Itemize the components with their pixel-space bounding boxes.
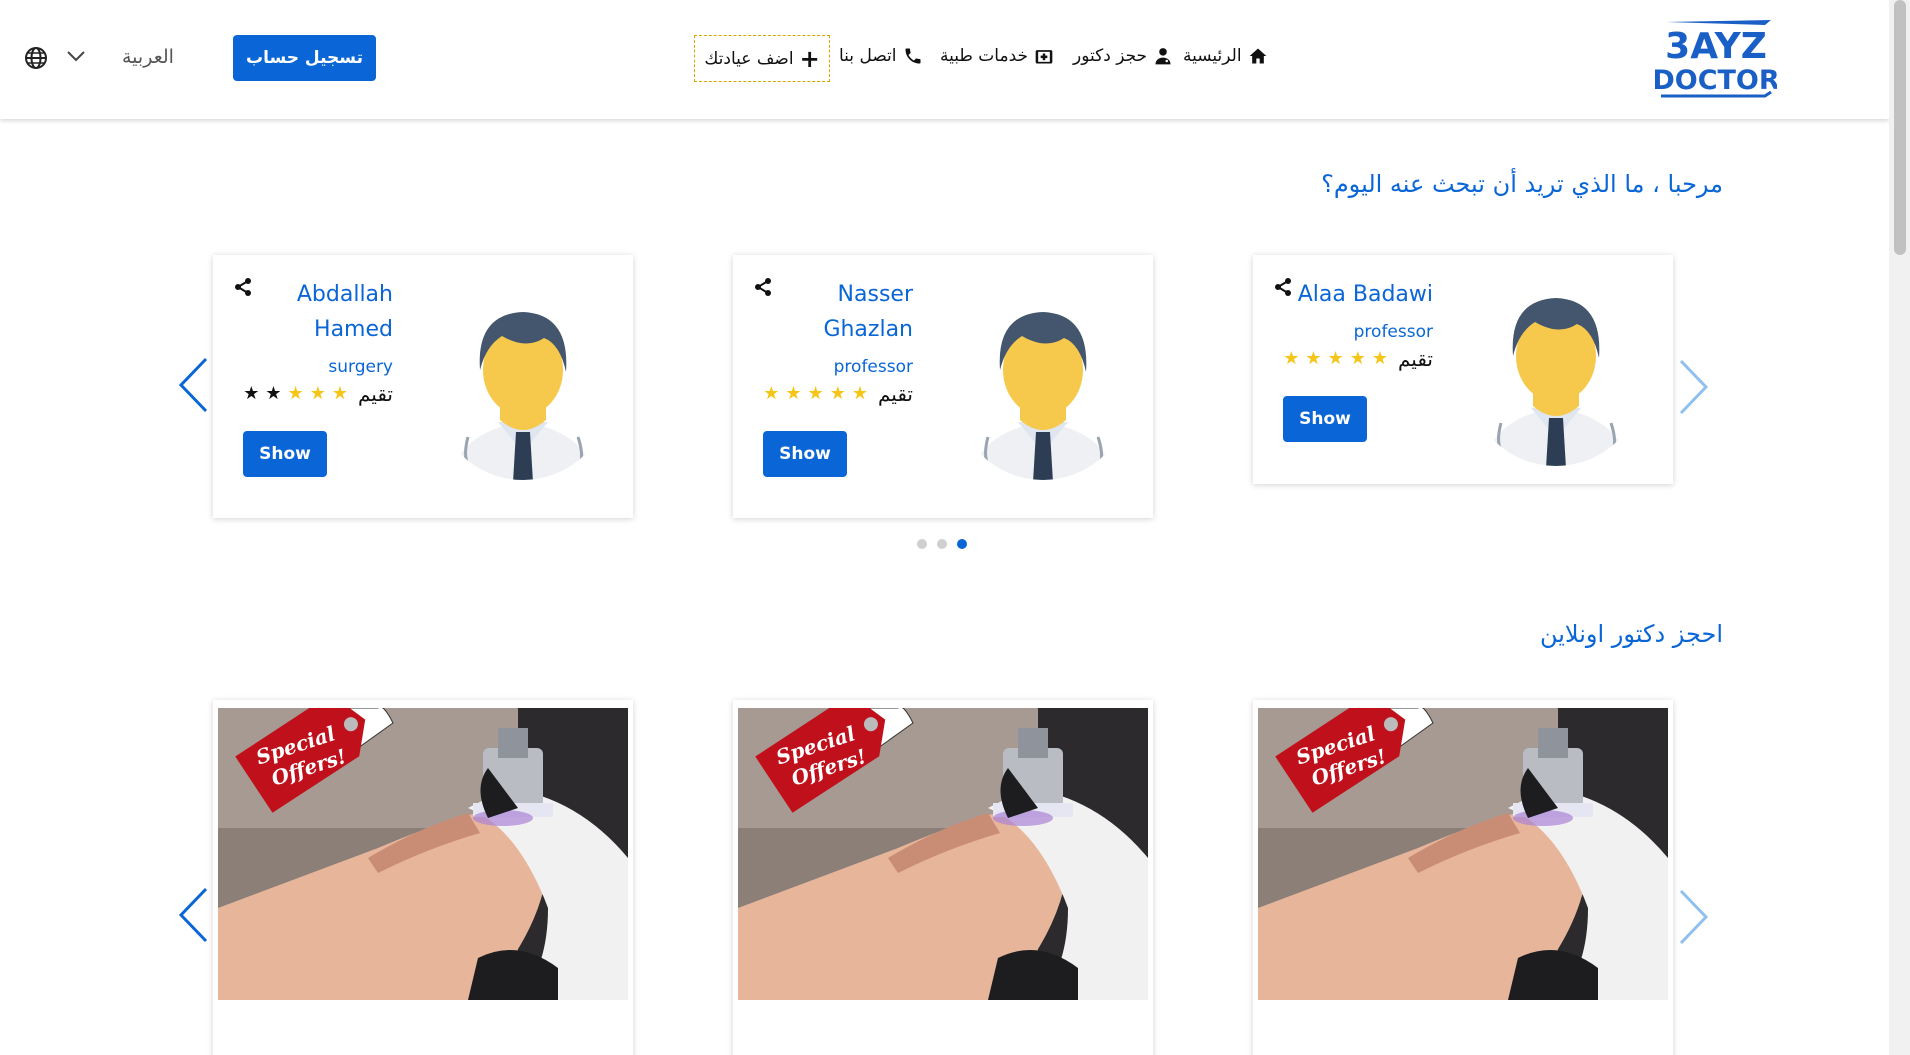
register-button[interactable]: تسجيل حساب [233,35,376,81]
share-icon[interactable] [753,277,773,297]
doctor-rating: تقيم ★ ★ ★ ★ ★ [1283,347,1433,371]
doctor-title: professor [1353,322,1433,342]
offer-card[interactable]: Special Offers! [1253,700,1673,1055]
doctor-avatar [968,312,1118,480]
phone-icon [905,48,921,64]
star-icon: ★ [331,383,348,404]
doctor-icon [1155,48,1171,65]
offer-image: Special Offers! [738,708,1148,1000]
offer-card[interactable]: Special Offers! [213,700,633,1055]
rating-label: تقيم [357,382,393,406]
show-button[interactable]: Show [243,431,327,477]
rating-label: تقيم [877,382,913,406]
share-icon[interactable] [233,277,253,297]
star-icon: ★ [309,383,326,404]
star-icon: ★ [1305,348,1322,369]
show-button[interactable]: Show [763,431,847,477]
logo-line2: DOCTOR [1655,65,1777,96]
nav-medical-services-label: خدمات طبية [940,46,1029,66]
star-icon: ★ [851,383,868,404]
nav-book-doctor[interactable]: حجز دكتور [1073,44,1173,68]
doctor-avatar [448,312,598,480]
nav-medical-services[interactable]: خدمات طبية [940,44,1054,68]
top-navbar: العربية تسجيل حساب + اضف عيادتك اتصل بنا… [0,0,1889,119]
chevron-down-icon[interactable] [66,49,86,63]
nav-home[interactable]: الرئيسية [1183,44,1268,68]
carousel-dot-active[interactable] [957,539,967,549]
nav-contact-label: اتصل بنا [839,46,897,66]
doctor-card: Abdallah Hamed surgery تقيم ★ ★ ★ ★ ★ Sh… [213,255,633,518]
greeting-title: مرحبا ، ما الذي تريد أن تبحث عنه اليوم؟ [1321,170,1723,198]
home-icon [1249,48,1266,64]
doctor-rating: تقيم ★ ★ ★ ★ ★ [243,382,393,406]
add-clinic-label: اضف عيادتك [704,48,794,69]
nav-contact[interactable]: اتصل بنا [839,44,923,68]
language-select[interactable]: العربية [122,46,174,68]
globe-icon[interactable] [24,46,48,70]
doctor-avatar [1481,298,1631,466]
doctor-rating: تقيم ★ ★ ★ ★ ★ [763,382,913,406]
star-icon: ★ [1371,348,1388,369]
star-icon: ★ [807,383,824,404]
offer-image: Special Offers! [1258,708,1668,1000]
star-icon: ★ [243,383,260,404]
offers-next-arrow[interactable] [1677,887,1711,947]
star-icon: ★ [829,383,846,404]
doctor-name[interactable]: Abdallah Hamed [233,277,393,347]
show-button[interactable]: Show [1283,396,1367,442]
logo[interactable]: 3AYZ DOCTOR [1655,18,1777,98]
doctor-name[interactable]: Alaa Badawi [1273,277,1433,312]
star-icon: ★ [287,383,304,404]
offer-image: Special Offers! [218,708,628,1000]
nav-home-label: الرئيسية [1183,46,1242,66]
booking-title: احجز دكتور اونلاين [1539,620,1723,648]
add-clinic-button[interactable]: + اضف عيادتك [694,35,830,82]
logo-line1: 3AYZ [1665,26,1767,67]
doctor-card: Alaa Badawi professor تقيم ★ ★ ★ ★ ★ Sho… [1253,255,1673,484]
star-icon: ★ [1349,348,1366,369]
star-icon: ★ [1327,348,1344,369]
carousel-dot[interactable] [937,539,947,549]
star-icon: ★ [265,383,282,404]
star-icon: ★ [1283,348,1300,369]
rating-label: تقيم [1397,347,1433,371]
nav-book-doctor-label: حجز دكتور [1073,46,1148,66]
carousel-dots [917,539,967,549]
star-icon: ★ [785,383,802,404]
doctor-title: surgery [328,357,393,377]
offers-prev-arrow[interactable] [176,885,210,945]
star-icon: ★ [763,383,780,404]
share-icon[interactable] [1273,277,1293,297]
carousel-prev-arrow[interactable] [176,355,210,415]
carousel-dot[interactable] [917,539,927,549]
offer-card[interactable]: Special Offers! [733,700,1153,1055]
doctor-title: professor [833,357,913,377]
medical-kit-icon [1035,50,1053,64]
doctor-name[interactable]: Nasser Ghazlan [753,277,913,347]
scrollbar-thumb[interactable] [1894,0,1906,255]
plus-icon: + [799,44,820,73]
doctor-card: Nasser Ghazlan professor تقيم ★ ★ ★ ★ ★ … [733,255,1153,518]
carousel-next-arrow[interactable] [1677,357,1711,417]
